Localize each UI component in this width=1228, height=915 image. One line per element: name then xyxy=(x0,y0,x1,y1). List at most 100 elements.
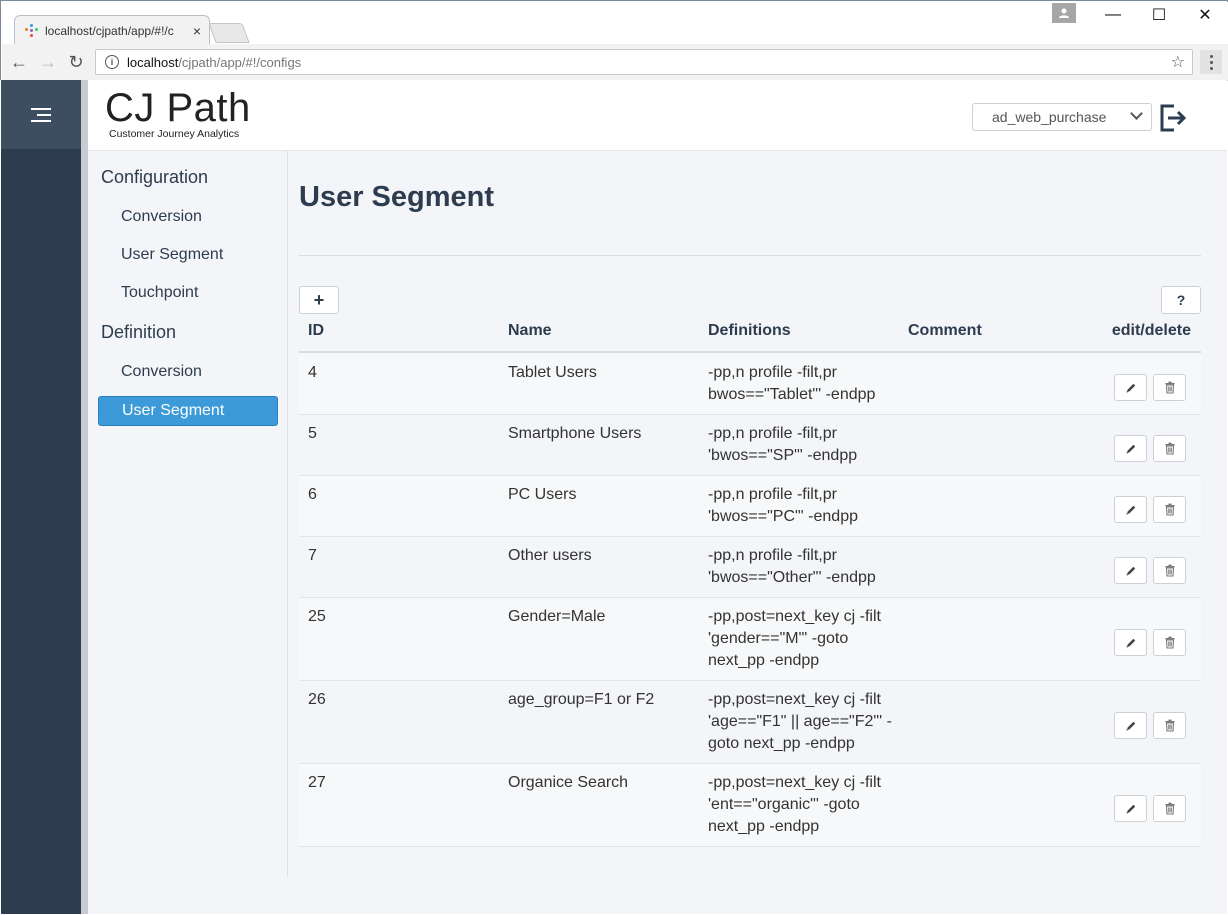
cell-id: 27 xyxy=(308,774,326,791)
nav-config-touchpoint[interactable]: Touchpoint xyxy=(121,284,198,302)
profile-icon[interactable] xyxy=(1052,3,1076,23)
col-id: ID xyxy=(308,322,324,339)
info-icon[interactable]: i xyxy=(105,55,119,69)
forward-button[interactable]: → xyxy=(36,50,60,74)
col-edit-delete: edit/delete xyxy=(1111,322,1191,339)
delete-button[interactable] xyxy=(1153,374,1186,401)
logo-title: CJ Path xyxy=(105,86,251,130)
chevron-down-icon xyxy=(1130,107,1143,120)
title-divider xyxy=(299,255,1201,256)
bookmark-star-icon[interactable]: ☆ xyxy=(1171,52,1185,72)
pencil-icon xyxy=(1126,505,1135,514)
edit-button[interactable] xyxy=(1114,435,1147,462)
edit-button[interactable] xyxy=(1114,496,1147,523)
cell-id: 6 xyxy=(308,486,317,503)
delete-button[interactable] xyxy=(1153,795,1186,822)
pencil-icon xyxy=(1126,638,1135,647)
add-segment-button[interactable]: + xyxy=(299,286,339,314)
edit-button[interactable] xyxy=(1114,629,1147,656)
cell-name: PC Users xyxy=(508,486,577,503)
delete-button[interactable] xyxy=(1153,496,1186,523)
cell-name: Other users xyxy=(508,547,592,564)
menu-toggle-button[interactable] xyxy=(1,80,81,149)
rail-divider xyxy=(81,80,88,914)
col-name: Name xyxy=(508,322,552,339)
cell-id: 4 xyxy=(308,364,317,381)
url-path: /cjpath/app/#!/configs xyxy=(178,54,302,70)
delete-button[interactable] xyxy=(1153,629,1186,656)
logout-icon[interactable] xyxy=(1158,102,1188,134)
cell-name: age_group=F1 or F2 xyxy=(508,691,655,708)
cell-id: 7 xyxy=(308,547,317,564)
back-button[interactable]: ← xyxy=(7,50,31,74)
help-button[interactable]: ? xyxy=(1161,286,1201,314)
nav-def-user-segment[interactable]: User Segment xyxy=(98,396,278,426)
tab-strip: localhost/cjpath/app/#!/c × — ☐ ✕ xyxy=(2,2,1228,45)
delete-button[interactable] xyxy=(1153,557,1186,584)
definition-line: -pp,n profile -filt,pr xyxy=(708,486,837,503)
col-comment: Comment xyxy=(908,322,982,339)
definition-line: -pp,post=next_key cj -filt xyxy=(708,608,881,625)
app-header: CJ Path Customer Journey Analytics ad_we… xyxy=(88,80,1227,151)
definition-line: 'bwos=="SP"' -endpp xyxy=(708,447,858,464)
definition-line: 'gender=="M"' -goto xyxy=(708,630,849,647)
minimize-button[interactable]: — xyxy=(1090,2,1136,28)
definition-line: 'age=="F1" || age=="F2"' - xyxy=(708,713,892,730)
browser-window: localhost/cjpath/app/#!/c × — ☐ ✕ ← → ↻ … xyxy=(0,0,1228,81)
delete-button[interactable] xyxy=(1153,712,1186,739)
address-bar[interactable]: i localhost /cjpath/app/#!/configs ☆ xyxy=(95,49,1193,75)
maximize-button[interactable]: ☐ xyxy=(1136,2,1182,28)
project-select[interactable]: ad_web_purchase xyxy=(972,103,1152,131)
nav-section-definition: Definition xyxy=(101,322,177,342)
edit-button[interactable] xyxy=(1114,795,1147,822)
reload-button[interactable]: ↻ xyxy=(64,50,88,74)
definition-line: -pp,post=next_key cj -filt xyxy=(708,691,881,708)
edit-button[interactable] xyxy=(1114,712,1147,739)
edit-button[interactable] xyxy=(1114,374,1147,401)
browser-menu-icon[interactable] xyxy=(1200,50,1222,74)
table-row: 4 Tablet Users -pp,n profile -filt,pr bwos=… xyxy=(299,354,1201,415)
pencil-icon xyxy=(1126,383,1135,392)
window-controls: — ☐ ✕ xyxy=(1052,2,1228,28)
browser-tab[interactable]: localhost/cjpath/app/#!/c × xyxy=(14,15,210,45)
edit-button[interactable] xyxy=(1114,557,1147,584)
tab-close-icon[interactable]: × xyxy=(193,23,201,39)
cell-definition: -pp,n profile -filt,pr 'bwos=="Other"' -e… xyxy=(708,545,898,589)
definition-line: 'bwos=="Other"' -endpp xyxy=(708,569,876,586)
trash-icon xyxy=(1165,381,1174,394)
project-select-value: ad_web_purchase xyxy=(992,109,1107,125)
app-logo: CJ Path Customer Journey Analytics xyxy=(105,88,251,140)
new-tab-button[interactable] xyxy=(208,23,250,43)
definition-line: -pp,n profile -filt,pr xyxy=(708,425,837,442)
nav-config-conversion[interactable]: Conversion xyxy=(121,208,202,226)
table-row: 7 Other users -pp,n profile -filt,pr 'bwos=… xyxy=(299,537,1201,598)
cell-definition: -pp,n profile -filt,pr bwos=="Tablet"' -e… xyxy=(708,362,898,406)
delete-button[interactable] xyxy=(1153,435,1186,462)
cell-id: 25 xyxy=(308,608,326,625)
nav-def-conversion[interactable]: Conversion xyxy=(121,363,202,381)
definition-line: bwos=="Tablet"' -endpp xyxy=(708,386,876,403)
definition-line: 'bwos=="PC"' -endpp xyxy=(708,508,858,525)
definition-line: -pp,post=next_key cj -filt xyxy=(708,774,881,791)
side-navigation: Configuration Conversion User Segment To… xyxy=(88,151,288,876)
definition-line: goto next_pp -endpp xyxy=(708,735,855,752)
nav-config-user-segment[interactable]: User Segment xyxy=(121,246,223,264)
hamburger-icon xyxy=(31,107,51,122)
trash-icon xyxy=(1165,636,1174,649)
cell-definition: -pp,post=next_key cj -filt 'gender=="M"' … xyxy=(708,606,898,672)
cell-definition: -pp,post=next_key cj -filt 'age=="F1" || … xyxy=(708,689,898,755)
pencil-icon xyxy=(1126,721,1135,730)
cell-id: 5 xyxy=(308,425,317,442)
logo-subtitle: Customer Journey Analytics xyxy=(109,128,240,140)
table-header: ID Name Definitions Comment edit/delete xyxy=(299,319,1201,353)
pencil-icon xyxy=(1126,444,1135,453)
table-row: 27 Organice Search -pp,post=next_key cj -f… xyxy=(299,764,1201,847)
trash-icon xyxy=(1165,564,1174,577)
table-row: 5 Smartphone Users -pp,n profile -filt,pr '… xyxy=(299,415,1201,476)
table-row: 25 Gender=Male -pp,post=next_key cj -filt '… xyxy=(299,598,1201,681)
col-definitions: Definitions xyxy=(708,322,791,339)
cell-name: Smartphone Users xyxy=(508,425,642,442)
close-window-button[interactable]: ✕ xyxy=(1182,2,1228,28)
cell-name: Tablet Users xyxy=(508,364,597,381)
definition-line: -pp,n profile -filt,pr xyxy=(708,364,837,381)
